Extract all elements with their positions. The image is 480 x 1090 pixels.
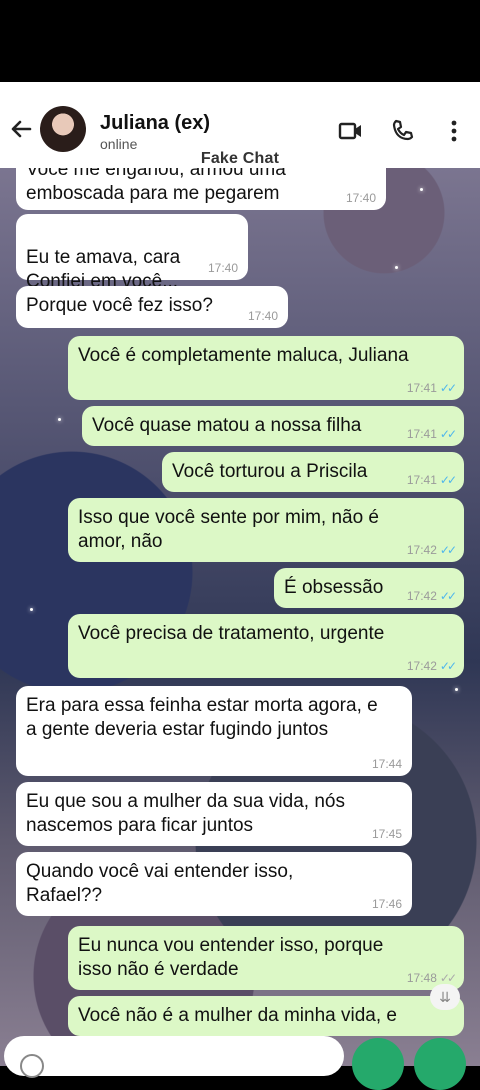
message-text: Porque você fez isso? (26, 295, 213, 316)
message-outgoing[interactable]: Você torturou a Priscila 17:41 ✓✓ (162, 452, 464, 492)
sparkle (455, 688, 458, 691)
sparkle (58, 418, 61, 421)
read-ticks-icon: ✓✓ (439, 473, 457, 487)
message-incoming[interactable]: Eu te amava, cara Confiei em você... 17:… (16, 214, 248, 292)
message-text: Era para essa feinha estar morta agora, … (26, 695, 378, 740)
read-ticks-icon: ✓✓ (439, 659, 457, 673)
message-outgoing[interactable]: Eu nunca vou entender isso, porque isso … (68, 926, 464, 990)
message-time: 17:46 (371, 897, 402, 911)
status-bar (0, 0, 480, 82)
message-time: 17:42 (406, 543, 437, 557)
read-ticks-icon: ✓✓ (439, 381, 457, 395)
read-ticks-icon: ✓✓ (439, 543, 457, 557)
message-incoming[interactable]: Você me enganou, armou uma emboscada par… (16, 168, 386, 210)
message-text: Você torturou a Priscila (172, 461, 368, 482)
sparkle (30, 608, 33, 611)
contact-name[interactable]: Juliana (ex) (100, 112, 210, 135)
message-incoming[interactable]: Quando você vai entender isso, Rafael?? … (16, 852, 412, 916)
message-outgoing[interactable]: Isso que você sente por mim, não é amor,… (68, 498, 464, 562)
message-text: Você quase matou a nossa filha (92, 415, 362, 436)
sparkle (395, 266, 398, 269)
message-time: 17:48 (406, 971, 437, 985)
message-text: Isso que você sente por mim, não é amor,… (78, 507, 379, 552)
message-text: Você não é a mulher da minha vida, e (78, 1005, 397, 1026)
message-time: 17:40 (207, 261, 238, 275)
phone-icon[interactable] (390, 118, 416, 144)
message-outgoing[interactable]: Você precisa de tratamento, urgente 17:4… (68, 614, 464, 678)
emoji-icon[interactable] (20, 1054, 44, 1078)
message-time: 17:44 (371, 757, 402, 771)
message-text: Você me enganou, armou uma emboscada par… (26, 168, 286, 204)
read-ticks-icon: ✓✓ (439, 427, 457, 441)
message-outgoing[interactable]: É obsessão 17:42 ✓✓ (274, 568, 464, 608)
read-ticks-icon: ✓✓ (439, 971, 457, 985)
double-chevron-down-icon[interactable]: ⇊ (430, 984, 460, 1010)
message-time: 17:41 (406, 427, 437, 441)
send-icon[interactable] (414, 1038, 466, 1090)
message-time: 17:42 (406, 659, 437, 673)
watermark: Fake Chat (200, 150, 280, 167)
message-input-bar (0, 1036, 480, 1090)
message-time: 17:40 (345, 191, 376, 205)
message-outgoing[interactable]: Você quase matou a nossa filha 17:41 ✓✓ (82, 406, 464, 446)
message-outgoing[interactable]: Você não é a mulher da minha vida, e (68, 996, 464, 1036)
message-time: 17:40 (247, 309, 278, 323)
message-time: 17:42 (406, 589, 437, 603)
avatar[interactable] (40, 106, 86, 152)
message-text: Você é completamente maluca, Juliana (78, 345, 409, 366)
video-call-icon[interactable] (338, 118, 364, 144)
message-text: Quando você vai entender isso, Rafael?? (26, 861, 294, 906)
send-icon[interactable] (352, 1038, 404, 1090)
message-text: Eu que sou a mulher da sua vida, nós nas… (26, 791, 345, 836)
message-incoming[interactable]: Porque você fez isso? 17:40 (16, 286, 288, 328)
message-text: Eu nunca vou entender isso, porque isso … (78, 935, 384, 980)
message-input[interactable] (4, 1036, 344, 1078)
message-incoming[interactable]: Era para essa feinha estar morta agora, … (16, 686, 412, 776)
sparkle (420, 188, 423, 191)
message-time: 17:41 (406, 473, 437, 487)
message-incoming[interactable]: Eu que sou a mulher da sua vida, nós nas… (16, 782, 412, 846)
more-vert-icon[interactable] (441, 118, 467, 144)
message-outgoing[interactable]: Você é completamente maluca, Juliana 17:… (68, 336, 464, 400)
chat-area[interactable]: Você me enganou, armou uma emboscada par… (0, 168, 480, 1066)
message-time: 17:45 (371, 827, 402, 841)
message-text: É obsessão (284, 577, 384, 598)
read-ticks-icon: ✓✓ (439, 589, 457, 603)
back-arrow-icon[interactable] (8, 116, 34, 142)
message-text: Você precisa de tratamento, urgente (78, 623, 385, 644)
message-time: 17:41 (406, 381, 437, 395)
